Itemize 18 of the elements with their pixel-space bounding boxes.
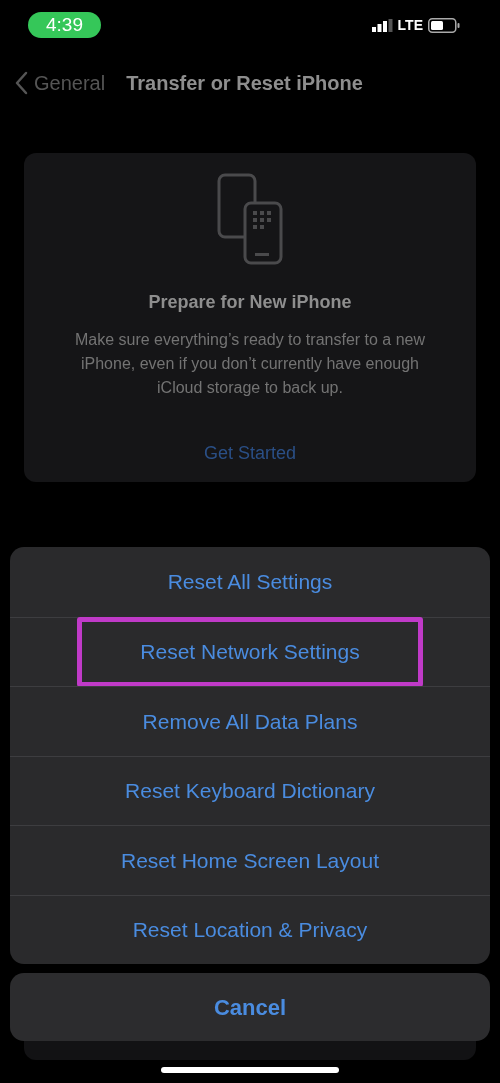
action-sheet-option[interactable]: Reset Location & Privacy [132, 914, 368, 946]
page-title: Transfer or Reset iPhone [126, 71, 363, 96]
card-description: Make sure everything’s ready to transfer to a new iPhone, even if you don’t currently have enough iCloud storage to back up. [73, 330, 427, 398]
signal-icon [371, 18, 393, 32]
action-sheet-option[interactable]: Reset Network Settings [77, 616, 423, 687]
two-phones-icon [217, 173, 283, 265]
action-sheet-option[interactable]: Reset Home Screen Layout [121, 844, 379, 876]
back-button[interactable]: General [14, 68, 106, 98]
action-sheet-option[interactable]: Remove All Data Plans [142, 705, 358, 737]
chevron-left-icon [14, 71, 28, 95]
cancel-button[interactable]: Cancel [10, 973, 490, 1041]
card-title: Prepare for New iPhone [148, 291, 352, 314]
network-label: LTE [397, 15, 423, 35]
action-sheet-option[interactable]: Reset Keyboard Dictionary [125, 775, 375, 807]
battery-icon [428, 17, 460, 33]
time-pill: 4:39 [28, 12, 101, 38]
action-sheet-option[interactable]: Reset All Settings [167, 566, 333, 598]
get-started-link[interactable]: Get Started [203, 440, 297, 467]
